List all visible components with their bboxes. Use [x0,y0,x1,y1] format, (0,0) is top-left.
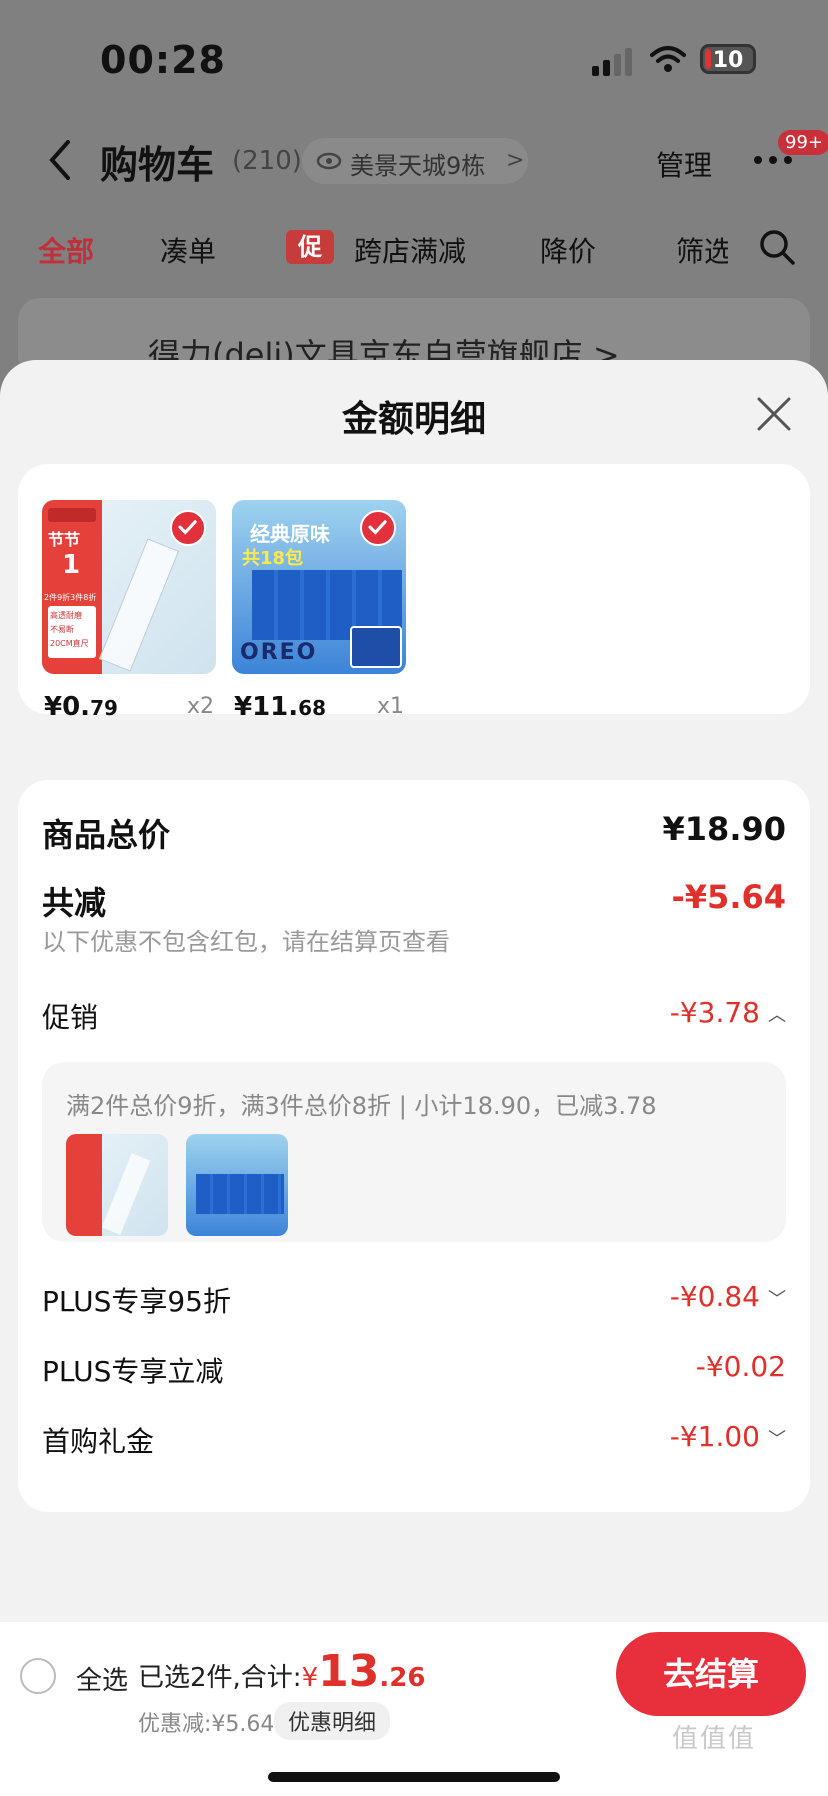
ruler-thumb-line: 20CM直尺 [50,639,89,648]
price-decimal: 68 [298,696,326,720]
oreo-thumb-logo: OREO [240,640,318,665]
ruler-thumb-title: 节节 [48,530,81,549]
promo-label: 促销 [42,1001,99,1034]
ruler-thumb-line: 不易断 [50,625,74,634]
page-title: 购物车 [100,143,215,187]
ruler-thumb-line: 2件9折3件8折 [44,593,97,602]
promo-oreo-thumbnail [186,1134,288,1236]
tab-price-drop[interactable]: 降价 [540,230,596,270]
item-quantity: x2 [187,694,215,719]
oreo-thumb-title: 经典原味 [250,522,330,546]
reduce-note: 以下优惠不包含红包，请在结算页查看 [42,928,450,956]
tab-filter[interactable]: 筛选 [676,230,728,270]
promo-tag: 促 [286,230,334,264]
price-decimal: 79 [90,696,118,720]
reduce-label: 共减 [42,884,107,922]
background-cart-page: 00:28 10 购物车 (210) 美景天城9栋 > 管理 99+ 全部 凑单… [0,0,828,400]
selected-items-card: 节节 1 2件9折3件8折 高透耐磨 不易断 20CM直尺 ¥0.79 x2 经… [18,464,810,722]
oreo-thumb-sub: 共18包 [242,548,304,569]
amount-detail-card: 商品总价 ¥18.90 共减 -¥5.64 以下优惠不包含红包，请在结算页查看 … [18,780,810,1512]
plus-reduce-label: PLUS专享立减 [42,1355,224,1388]
price-main: ¥11. [234,692,299,722]
ruler-thumb-line: 高透耐磨 [50,611,82,620]
summary-prefix: 已选2件,合计: [138,1663,302,1693]
promo-value: -¥3.78 [669,996,760,1029]
total-value: ¥18.90 [662,810,786,848]
cellular-signal-icon [592,48,636,76]
promo-detail-box: 满2件总价9折，满3件总价8折 | 小计18.90，已减3.78 [42,1062,786,1242]
promo-ruler-thumbnail [66,1134,168,1236]
select-all-label[interactable]: 全选 [76,1660,128,1697]
plus-reduce-value: -¥0.02 [695,1350,786,1383]
promo-description: 满2件总价9折，满3件总价8折 | 小计18.90，已减3.78 [66,1092,657,1120]
first-buy-toggle[interactable]: -¥1.00 ﹀ [670,1420,786,1453]
notification-badge: 99+ [778,130,828,155]
total-label: 商品总价 [42,816,171,854]
battery-level: 10 [712,48,744,73]
checkout-bar: 全选 已选2件,合计:¥13.26 优惠减:¥5.64 优惠明细 去结算 值值值 [0,1622,828,1796]
tab-all[interactable]: 全部 [38,230,94,270]
item-checked-icon[interactable] [170,510,206,546]
first-buy-value: -¥1.00 [669,1420,760,1453]
select-all-checkbox[interactable] [20,1658,56,1694]
location-text: 美景天城9栋 [350,152,486,180]
item-price: ¥0.79 [44,692,118,722]
location-selector[interactable]: 美景天城9栋 > [302,138,528,184]
tab-cross-store[interactable]: 跨店满减 [354,230,466,270]
discount-detail-button[interactable]: 优惠明细 [274,1702,391,1740]
order-summary: 已选2件,合计:¥13.26 [138,1646,425,1697]
discount-amount: 优惠减:¥5.64 [138,1712,275,1737]
chevron-down-icon: ﹀ [768,1289,786,1310]
location-chevron-icon: > [506,148,525,173]
item-quantity: x1 [377,694,405,719]
cart-count: (210) [232,146,302,176]
manage-button[interactable]: 管理 [656,144,712,184]
sheet-title: 金额明细 [341,399,486,440]
status-bar: 00:28 10 [0,0,828,120]
more-icon[interactable] [754,156,794,166]
watermark: 值值值 [672,1724,757,1754]
ruler-thumb-number: 1 [62,550,81,580]
wifi-icon [650,46,686,72]
search-icon[interactable] [758,228,796,266]
chevron-down-icon: ﹀ [768,1429,786,1450]
price-main: ¥0. [44,692,91,722]
total-integer: 13 [318,1646,380,1697]
item-price: ¥11.68 [234,692,326,722]
checkout-button[interactable]: 去结算 [616,1632,806,1716]
filter-tabs: 全部 凑单 促 跨店满减 降价 筛选 [0,222,828,278]
plus95-toggle[interactable]: -¥0.84 ﹀ [670,1280,786,1313]
chevron-up-icon: ︿ [768,1005,786,1026]
reduce-value: -¥5.64 [671,878,787,916]
total-currency: ¥ [301,1663,319,1693]
total-decimal: .26 [379,1663,426,1693]
back-arrow-icon[interactable] [44,138,74,182]
item-checked-icon[interactable] [360,510,396,546]
first-buy-label: 首购礼金 [42,1425,155,1458]
home-indicator [268,1772,560,1782]
amount-detail-sheet: 金额明细 节节 1 2件9折3件8折 高透耐磨 不易断 20CM直尺 ¥0.79… [0,360,828,1796]
cart-nav-bar: 购物车 (210) 美景天城9栋 > 管理 99+ [0,120,828,200]
close-icon[interactable] [754,394,794,434]
promo-toggle[interactable]: -¥3.78 ︿ [670,996,786,1029]
plus95-label: PLUS专享95折 [42,1285,231,1318]
tab-bundle[interactable]: 凑单 [160,230,216,270]
battery-icon: 10 [700,44,756,74]
plus95-value: -¥0.84 [669,1280,760,1313]
eye-icon [316,152,342,170]
status-time: 00:28 [100,38,226,82]
